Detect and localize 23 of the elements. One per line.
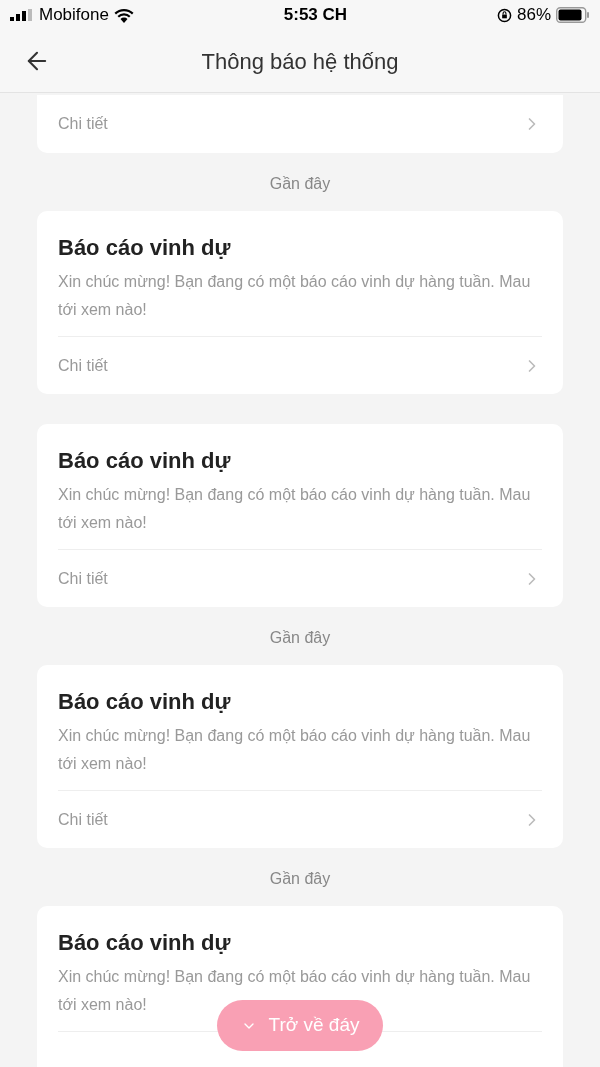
scroll-to-bottom-button[interactable]: Trở về đáy	[217, 1000, 383, 1051]
detail-link[interactable]: Chi tiết	[58, 112, 108, 136]
detail-link[interactable]: Chi tiết	[58, 807, 108, 832]
card-title: Báo cáo vinh dự	[58, 688, 232, 716]
detail-link[interactable]: Chi tiết	[58, 353, 108, 378]
card-title: Báo cáo vinh dự	[58, 447, 232, 475]
page-title: Thông báo hệ thống	[201, 47, 399, 76]
clock-time: 5:53 CH	[283, 4, 348, 27]
card-message: Xin chúc mừng! Bạn đang có một báo cáo vinh dự hàng tuần. Mau tới xem nào!	[58, 726, 532, 774]
rotation-lock-icon	[496, 7, 512, 23]
date-label: Gần đây	[268, 628, 332, 648]
battery-percent: 86%	[516, 4, 551, 27]
carrier-name: Mobifone	[39, 4, 109, 27]
detail-link[interactable]: Chi tiết	[58, 566, 108, 591]
signal-icon	[10, 9, 34, 21]
wifi-icon	[113, 7, 134, 23]
card-message: Xin chúc mừng! Bạn đang có một báo cáo vinh dự hàng tuần. Mau tới xem nào!	[58, 485, 532, 533]
card-title: Báo cáo vinh dự	[58, 234, 232, 262]
battery-icon	[556, 7, 590, 23]
card-message: Xin chúc mừng! Bạn đang có một báo cáo vinh dự hàng tuần. Mau tới xem nào!	[58, 272, 532, 320]
date-label: Gần đây	[268, 869, 332, 889]
date-label: Gần đây	[268, 174, 332, 194]
card-title: Báo cáo vinh dự	[58, 929, 232, 957]
